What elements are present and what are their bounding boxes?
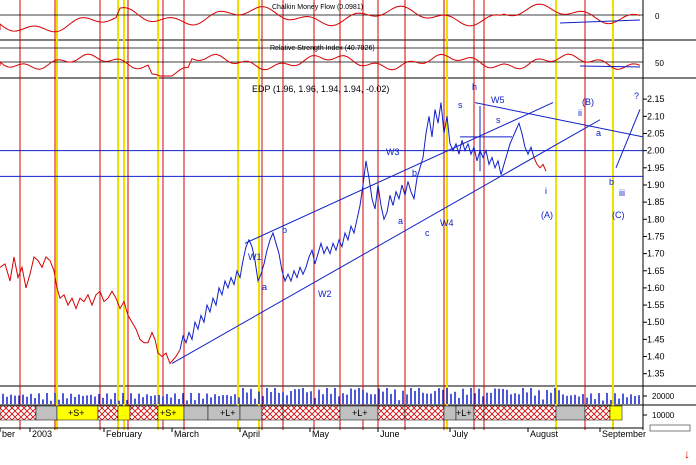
y-tick-label: 1.40 <box>647 352 665 362</box>
wave-label: b <box>282 225 287 235</box>
wave-label: ii <box>578 108 582 118</box>
y-tick-label: 1.75 <box>647 231 665 241</box>
wave-label: (C) <box>612 210 625 220</box>
y-tick-label: 1.60 <box>647 283 665 293</box>
y-tick-label: 2.15 <box>647 94 665 104</box>
signal-strip-segment <box>609 405 623 421</box>
volume-tick: 10000 <box>652 411 675 420</box>
y-tick-label: 2.05 <box>647 128 665 138</box>
x-month-label: June <box>380 429 400 439</box>
y-tick-label: 1.85 <box>647 197 665 207</box>
x-month-label: August <box>530 429 559 439</box>
x-month-label: April <box>242 429 260 439</box>
wave-label: b <box>609 177 614 187</box>
signal-strip-label: +L+ <box>220 408 236 418</box>
y-tick-label: 1.70 <box>647 249 665 259</box>
y-tick-label: 2.00 <box>647 146 665 156</box>
wave-label: (B) <box>582 97 594 107</box>
y-tick-label: 1.50 <box>647 317 665 327</box>
wave-label: h <box>472 82 477 92</box>
signal-strip-segment <box>261 405 284 421</box>
wave-label: iii <box>619 188 625 198</box>
x-month-label: September <box>602 429 646 439</box>
edp-chart: Chalkin Money Flow (0.0981) 0 Relative Str… <box>0 0 696 465</box>
signal-strip-segment <box>35 405 58 421</box>
signal-strip-label: +L+ <box>456 408 472 418</box>
signal-strip-label: +S+ <box>68 408 85 418</box>
wave-label: a <box>262 282 267 292</box>
y-tick-label: 1.95 <box>647 163 665 173</box>
y-tick-label: 2.10 <box>647 111 665 121</box>
signal-strip-segment <box>473 405 485 421</box>
wave-label: c <box>425 228 430 238</box>
wave-label: i <box>545 186 547 196</box>
signal-strip-segment <box>0 405 37 421</box>
y-tick-label: 1.80 <box>647 214 665 224</box>
signal-strip-label: +S+ <box>160 408 177 418</box>
signal-strip-segment <box>97 405 119 421</box>
wave-label: a <box>596 128 601 138</box>
signal-strip-segment <box>443 405 457 421</box>
x-month-label: February <box>106 429 143 439</box>
y-tick-label: 1.65 <box>647 266 665 276</box>
wave-label: s <box>496 115 501 125</box>
scroll-down-icon: ↓ <box>684 447 690 461</box>
wave-label: a <box>398 216 403 226</box>
signal-strip-segment <box>483 405 557 421</box>
wave-label: W4 <box>440 218 454 228</box>
y-tick-label: 1.55 <box>647 300 665 310</box>
signal-strip-segment <box>282 405 341 421</box>
x-month-label: 2003 <box>32 429 52 439</box>
cmf-label: Chalkin Money Flow (0.0981) <box>272 4 363 11</box>
signal-strip-segment <box>555 405 586 421</box>
x-month-label: July <box>452 429 469 439</box>
wave-label: W3 <box>386 147 400 157</box>
signal-strip-segment <box>183 405 209 421</box>
wave-label: s <box>458 100 463 110</box>
wave-label: (A) <box>541 210 553 220</box>
x-month-label: May <box>312 429 330 439</box>
signal-strip-segment <box>117 405 131 421</box>
wave-label: W1 <box>248 252 262 262</box>
wave-label: W2 <box>318 289 332 299</box>
rsi-label: Relative Strength Index (40.7026) <box>270 45 375 52</box>
signal-strip-segment <box>377 405 406 421</box>
signal-strip-segment <box>239 405 263 421</box>
chart-title: EDP (1.96, 1.96, 1.94, 1.94, -0.02) <box>252 84 389 94</box>
x-month-label: ber <box>2 429 15 439</box>
y-tick-label: 1.90 <box>647 180 665 190</box>
signal-strip-segment <box>584 405 611 421</box>
volume-tick: 20000 <box>652 392 675 401</box>
wave-label: W5 <box>491 95 505 105</box>
wave-label: b <box>412 168 417 178</box>
y-tick-label: 1.35 <box>647 369 665 379</box>
signal-strip-label: +L+ <box>352 408 368 418</box>
wave-label: ? <box>634 91 639 101</box>
rsi-tick: 50 <box>655 59 664 68</box>
y-tick-label: 1.45 <box>647 334 665 344</box>
x-month-label: March <box>174 429 199 439</box>
scroll-box <box>649 424 691 432</box>
cmf-tick: 0 <box>655 12 660 21</box>
signal-strip-segment <box>129 405 159 421</box>
signal-strip-segment <box>404 405 445 421</box>
